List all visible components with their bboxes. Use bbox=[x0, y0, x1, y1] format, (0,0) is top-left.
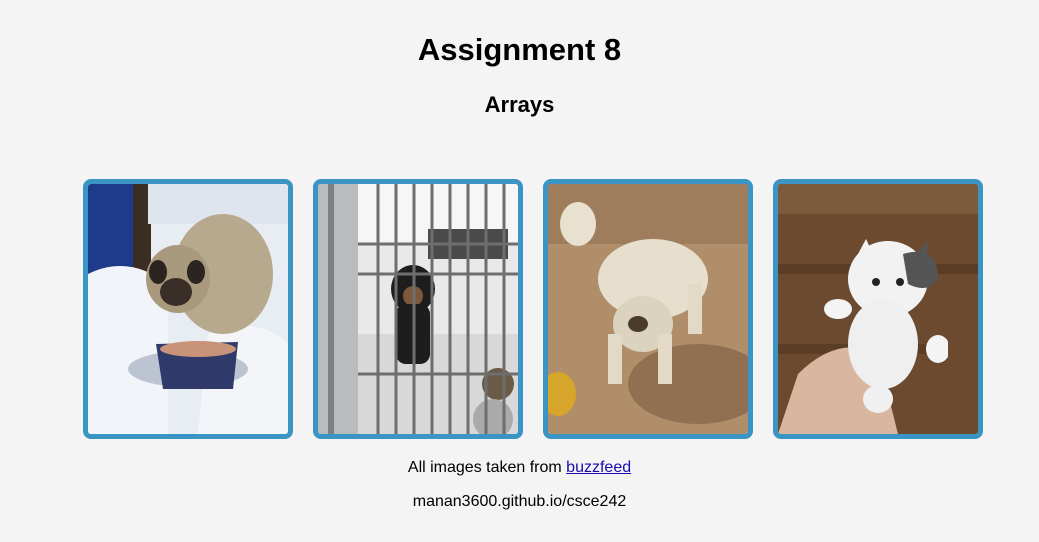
image-credit: All images taken from buzzfeed bbox=[0, 458, 1039, 478]
footer-url: manan3600.github.io/csce242 bbox=[412, 493, 627, 510]
page-subtitle: Arrays bbox=[484, 92, 555, 117]
gallery-image-3[interactable] bbox=[543, 179, 753, 439]
gallery-image-4[interactable] bbox=[773, 179, 983, 439]
buzzfeed-link[interactable]: buzzfeed bbox=[566, 459, 631, 476]
credit-prefix: All images taken from bbox=[407, 459, 567, 476]
image-gallery bbox=[83, 179, 983, 439]
page-title: Assignment 8 bbox=[417, 32, 622, 67]
page: Assignment 8 Arrays All images taken fro… bbox=[0, 0, 1039, 542]
white-kitten-held-photo bbox=[778, 184, 978, 434]
dog-in-snow-photo bbox=[88, 184, 288, 434]
gallery-image-2[interactable] bbox=[313, 179, 523, 439]
dog-in-kennel-photo bbox=[318, 184, 518, 434]
gallery-image-1[interactable] bbox=[83, 179, 293, 439]
white-dog-on-dirt-photo bbox=[548, 184, 748, 434]
